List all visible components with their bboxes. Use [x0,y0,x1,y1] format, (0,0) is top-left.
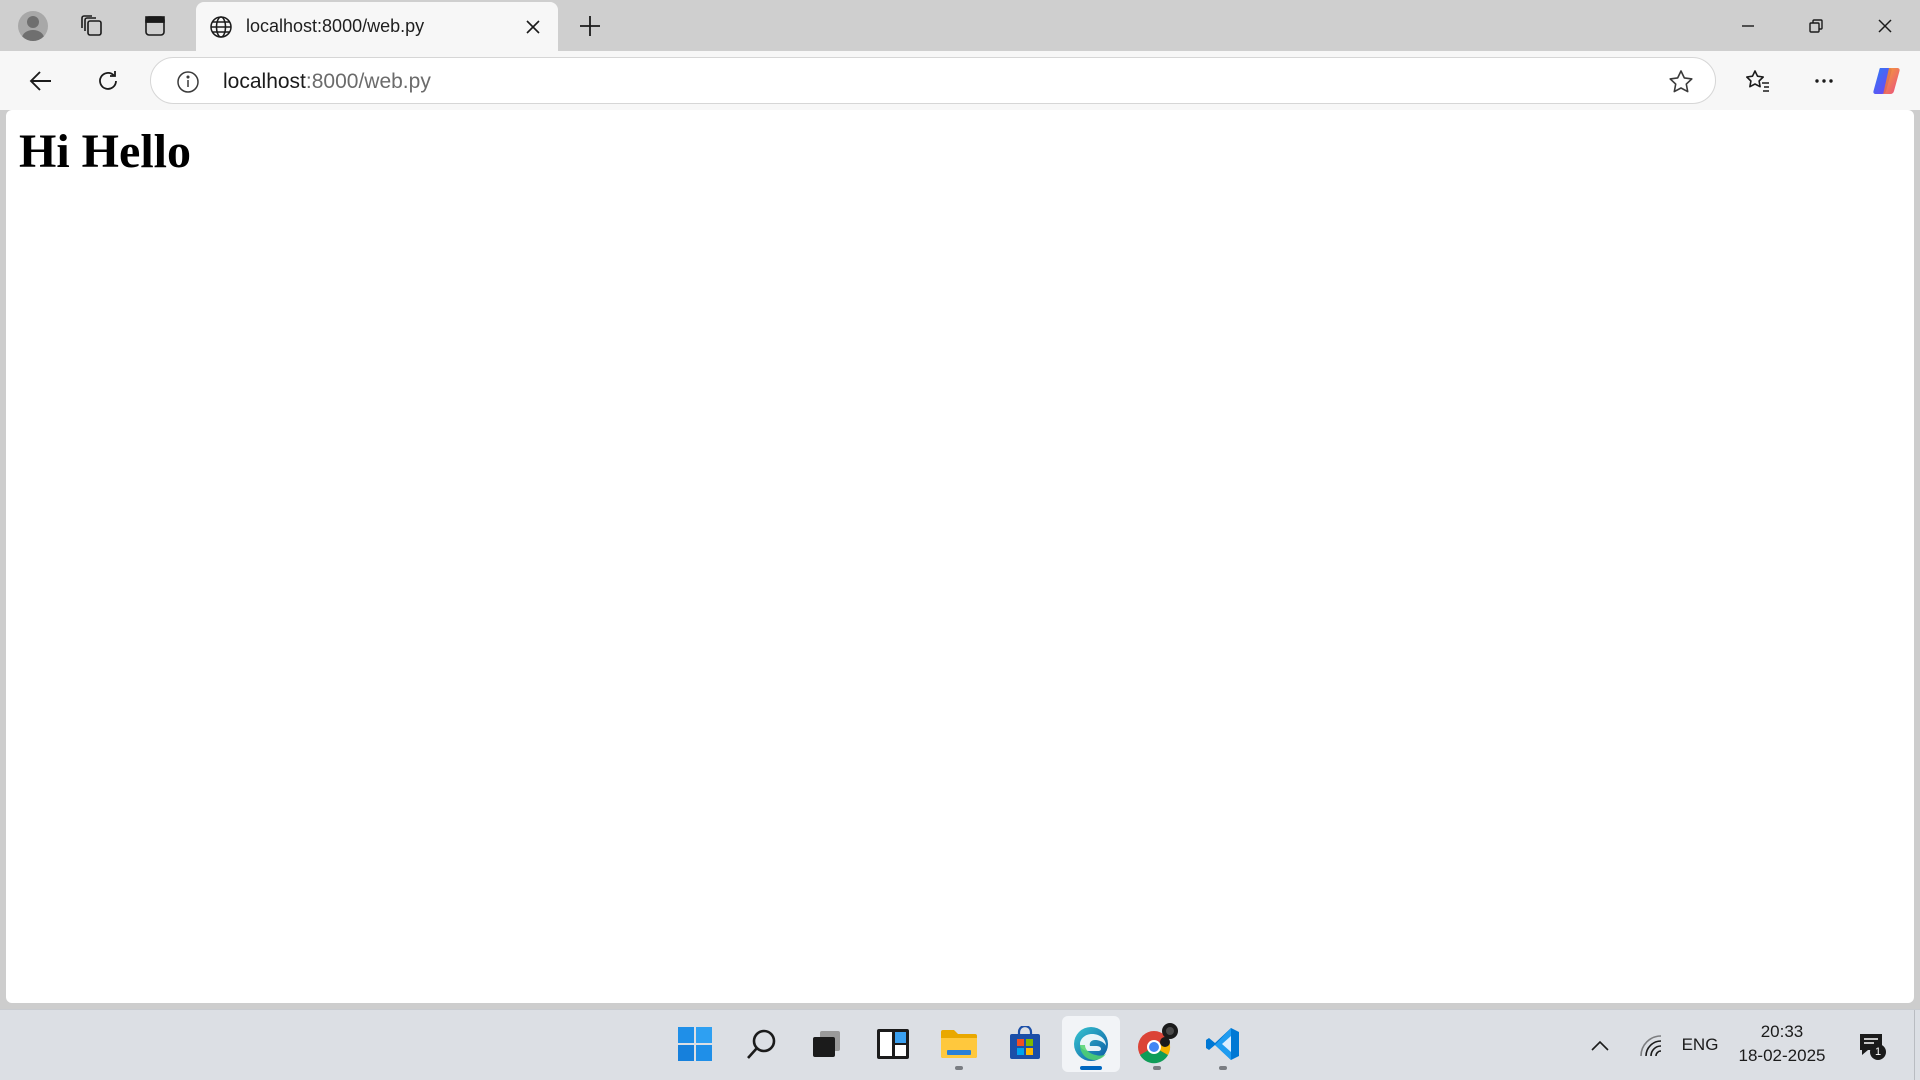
workspaces-icon [81,15,102,36]
close-icon [1878,19,1892,33]
network-button[interactable] [1634,1030,1668,1062]
close-window-button[interactable] [1857,6,1913,46]
workspaces-button[interactable] [72,6,112,46]
vscode-taskbar-button[interactable] [1194,1016,1252,1072]
minimize-icon [1742,25,1754,27]
globe-icon [210,16,232,38]
taskbar-clock[interactable]: 20:33 18-02-2025 [1722,1020,1842,1068]
favorite-star-icon[interactable] [1667,68,1695,96]
running-indicator [1219,1066,1227,1070]
tab-actions-icon [145,16,165,36]
active-indicator [1080,1066,1102,1070]
favorites-button[interactable] [1737,60,1779,102]
address-bar[interactable]: localhost:8000/web.py [150,57,1716,104]
minimize-button[interactable] [1720,6,1776,46]
widgets-icon [877,1029,909,1059]
back-arrow-icon [29,71,51,91]
windows-taskbar: ENG 20:33 18-02-2025 1 [0,1009,1920,1080]
notification-count-badge: 1 [1870,1044,1886,1060]
microsoft-store-icon [1010,1026,1040,1059]
active-tab[interactable]: localhost:8000/web.py [196,2,558,51]
vertical-tabs-button[interactable] [135,6,175,46]
plus-icon [580,16,600,36]
chevron-up-icon [1591,1040,1609,1051]
browser-toolbar: localhost:8000/web.py [0,51,1920,110]
running-indicator [955,1066,963,1070]
page-heading: Hi Hello [19,125,191,178]
profile-avatar-icon [18,11,48,41]
running-indicator [1153,1066,1161,1070]
task-view-icon [813,1031,840,1057]
profile-button[interactable] [13,6,53,46]
vscode-icon [1206,1028,1239,1060]
copilot-button[interactable] [1866,60,1908,102]
input-language-indicator[interactable]: ENG [1680,1032,1720,1058]
settings-more-button[interactable] [1803,60,1845,102]
edge-icon [1074,1027,1108,1061]
url-host: localhost [223,70,306,93]
restore-button[interactable] [1788,6,1844,46]
show-hidden-icons-button[interactable] [1585,1032,1615,1060]
file-explorer-button[interactable] [930,1016,988,1072]
copilot-icon [1873,68,1900,94]
url-text[interactable]: localhost:8000/web.py [223,70,431,94]
refresh-icon [99,71,117,90]
url-path: :8000/web.py [305,70,431,93]
task-view-button[interactable] [797,1016,855,1072]
tab-close-button[interactable] [518,12,548,42]
chrome-icon [1138,1023,1178,1064]
refresh-button[interactable] [87,60,129,102]
notifications-button[interactable]: 1 [1854,1028,1888,1062]
restore-icon [1809,19,1823,33]
microsoft-store-button[interactable] [996,1016,1054,1072]
site-info-icon[interactable] [175,69,201,95]
browser-title-bar: localhost:8000/web.py [0,0,1920,51]
taskbar-search-button[interactable] [732,1016,790,1072]
clock-date: 18-02-2025 [1738,1046,1826,1065]
more-dots-icon [1815,79,1833,83]
tab-title: localhost:8000/web.py [246,16,425,36]
favorites-list-icon [1746,70,1769,92]
back-button[interactable] [20,60,62,102]
show-desktop-button[interactable] [1914,1010,1920,1080]
page-viewport: Hi Hello [6,110,1914,1003]
edge-taskbar-button[interactable] [1062,1016,1120,1072]
clock-time: 20:33 [1760,1022,1804,1041]
new-tab-button[interactable] [572,8,608,44]
start-button[interactable] [666,1016,724,1072]
wifi-icon [1640,1035,1662,1057]
chrome-taskbar-button[interactable] [1128,1016,1186,1072]
file-explorer-icon [941,1030,977,1058]
close-icon [526,20,540,34]
widgets-button[interactable] [864,1016,922,1072]
windows-start-icon [678,1027,712,1061]
search-icon [747,1029,776,1059]
